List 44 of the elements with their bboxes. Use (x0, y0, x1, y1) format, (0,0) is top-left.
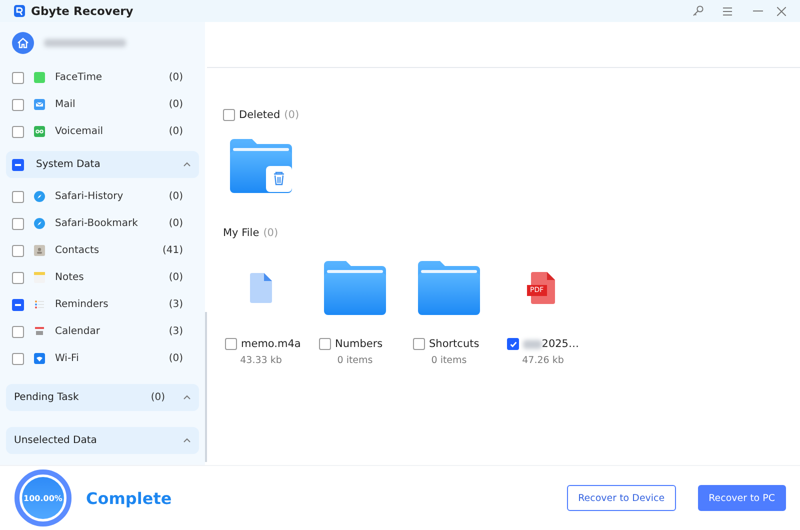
item-count: (41) (162, 245, 184, 256)
file-info: 43.33 kb (240, 355, 282, 366)
file-name[interactable]: Shortcuts (429, 338, 480, 350)
item-count: (0) (168, 353, 184, 364)
status-label: Complete (86, 488, 173, 508)
collapsible-panel[interactable]: Unselected Data (6, 427, 199, 454)
item-count: (0) (168, 72, 184, 83)
item-count: (0) (168, 126, 184, 137)
category-label: Mail (55, 99, 76, 110)
item-count: (3) (168, 299, 184, 310)
section-count: (0) (284, 109, 300, 121)
item-count: (0) (168, 99, 184, 110)
category-label: Safari-Bookmark (55, 218, 139, 229)
file-name[interactable]: Numbers (335, 338, 383, 350)
item-count: (0) (168, 272, 184, 283)
section-title: Deleted (239, 109, 280, 121)
file-name[interactable]: 2025… (542, 338, 579, 350)
panel-label: Pending Task (14, 392, 80, 403)
panel-label: Unselected Data (14, 435, 98, 446)
group-label: System Data (36, 159, 102, 170)
collapsible-panel[interactable]: Pending Task (0) (6, 384, 199, 411)
category-label: Voicemail (55, 126, 104, 137)
item-count: (3) (168, 326, 184, 337)
file-info: 47.26 kb (522, 355, 564, 366)
category-label: FaceTime (55, 72, 104, 83)
category-label: Reminders (55, 299, 110, 310)
item-count: (0) (168, 218, 184, 229)
recover-button[interactable]: Recover to Device (567, 485, 676, 511)
category-label: Wi-Fi (55, 353, 80, 364)
section-count: (0) (263, 227, 278, 239)
section-title: My File (223, 227, 260, 239)
progress-percent: 100.00% (24, 494, 62, 502)
file-info: 0 items (431, 355, 467, 366)
category-label: Safari-History (55, 191, 124, 202)
recover-button[interactable]: Recover to PC (698, 485, 786, 511)
panel-count: (0) (150, 392, 166, 403)
group-header[interactable]: System Data (6, 151, 199, 178)
category-label: Notes (55, 272, 85, 283)
window-title: Gbyte Recovery (31, 4, 134, 18)
file-name[interactable]: memo.m4a (241, 338, 301, 350)
file-info: 0 items (337, 355, 373, 366)
category-label: Contacts (55, 245, 100, 256)
item-count: (0) (168, 191, 184, 202)
category-label: Calendar (55, 326, 101, 337)
